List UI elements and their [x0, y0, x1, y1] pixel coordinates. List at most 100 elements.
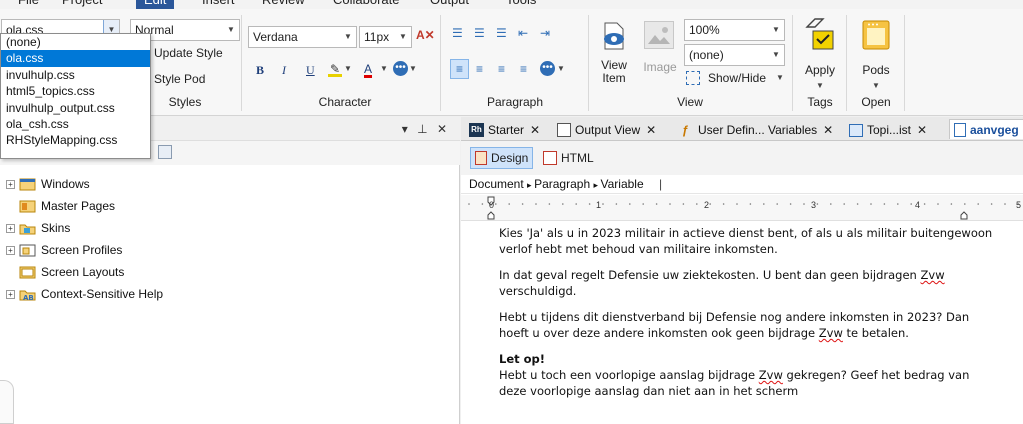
increase-indent-icon[interactable]: ⇥ — [540, 26, 550, 40]
image-button[interactable]: Image — [640, 61, 680, 74]
close-icon[interactable]: ✕ — [646, 123, 656, 137]
more-options-icon[interactable]: ••• — [540, 61, 555, 76]
paragraph-heading[interactable]: Let op! — [499, 351, 999, 367]
chevron-down-icon[interactable]: ▼ — [340, 27, 356, 47]
align-center-icon[interactable]: ≡ — [476, 62, 483, 76]
tab-topic-list[interactable]: Topi...ist ✕ — [849, 120, 927, 140]
font-combo[interactable]: Verdana ▼ — [248, 26, 357, 48]
expand-icon[interactable]: + — [6, 223, 15, 233]
tab-user-defined-variables[interactable]: ƒ User Defin... Variables ✕ — [682, 120, 833, 140]
menu-file[interactable]: File — [18, 0, 39, 8]
tree-item-label: Screen Profiles — [41, 243, 123, 257]
menu-tools[interactable]: Tools — [506, 0, 536, 8]
chevron-down-icon[interactable]: ▼ — [223, 20, 239, 40]
html-view-button[interactable]: HTML — [539, 147, 598, 169]
numbered-list-icon[interactable]: ☰ — [474, 26, 485, 40]
chevron-down-icon[interactable]: ▼ — [816, 81, 824, 90]
toolbar-icon[interactable] — [158, 145, 172, 159]
design-view-button[interactable]: Design — [470, 147, 534, 169]
dropdown-option[interactable]: RHStyleMapping.css — [1, 132, 150, 148]
font-size-combo[interactable]: 11px ▼ — [359, 26, 412, 48]
font-color-icon[interactable]: A — [364, 62, 372, 76]
zoom-combo[interactable]: 100% ▼ — [684, 19, 785, 41]
tree-item-skins[interactable]: + Skins — [6, 218, 70, 238]
stylesheet-dropdown-list[interactable]: (none) ola.css invulhulp.css html5_topic… — [0, 33, 151, 159]
chevron-down-icon[interactable]: ▼ — [380, 64, 388, 73]
justify-icon[interactable]: ≡ — [520, 62, 527, 76]
decrease-indent-icon[interactable]: ⇤ — [518, 26, 528, 40]
menu-review[interactable]: Review — [262, 0, 305, 8]
pods-button[interactable]: Pods — [856, 64, 896, 77]
multilevel-list-icon[interactable]: ☰ — [496, 26, 507, 40]
close-icon[interactable]: ✕ — [530, 123, 540, 137]
paragraph[interactable]: Kies 'Ja' als u in 2023 militair in acti… — [499, 225, 999, 257]
paragraph[interactable]: Hebt u toch een voorlopige aanslag bijdr… — [499, 367, 999, 399]
dropdown-option[interactable]: (none) — [1, 34, 150, 50]
pods-icon[interactable] — [860, 18, 892, 52]
update-style-button[interactable]: Update Style — [154, 46, 223, 60]
dropdown-option[interactable]: invulhulp_output.css — [1, 100, 150, 116]
tree-item-master-pages[interactable]: Master Pages — [6, 196, 115, 216]
expand-icon[interactable]: + — [6, 289, 15, 299]
show-hide-button[interactable]: Show/Hide — [708, 71, 766, 85]
tab-starter[interactable]: Rh Starter ✕ — [469, 120, 540, 140]
styles-group-label: Styles — [168, 95, 202, 109]
image-icon[interactable] — [644, 21, 674, 49]
menu-project[interactable]: Project — [62, 0, 102, 8]
ruler-tick — [629, 203, 631, 205]
ruler-tick — [588, 203, 591, 205]
view-item-icon[interactable] — [599, 21, 629, 51]
clear-format-icon[interactable]: A✕ — [416, 28, 435, 42]
tree-item-context-sensitive-help[interactable]: + AB Context-Sensitive Help — [6, 284, 163, 304]
dropdown-option-selected[interactable]: ola.css — [1, 50, 150, 67]
tree-item-screen-layouts[interactable]: Screen Layouts — [6, 262, 124, 282]
expand-icon[interactable]: + — [6, 179, 15, 189]
breadcrumb-item[interactable]: Paragraph — [534, 177, 590, 191]
menu-collaborate[interactable]: Collaborate — [333, 0, 400, 8]
side-handle[interactable] — [0, 380, 14, 424]
apply-tag-icon[interactable] — [803, 17, 837, 53]
underline-button[interactable]: U — [306, 63, 315, 78]
close-icon[interactable]: ✕ — [917, 123, 927, 137]
document-content[interactable]: Kies 'Ja' als u in 2023 militair in acti… — [499, 225, 999, 409]
bullet-list-icon[interactable]: ☰ — [452, 26, 463, 40]
show-hide-icon[interactable] — [686, 71, 700, 85]
ruler-tick — [964, 203, 966, 205]
italic-button[interactable]: I — [282, 63, 286, 78]
tab-aanvgeg[interactable]: aanvgeg — [949, 119, 1023, 139]
chevron-down-icon[interactable]: ▼ — [395, 27, 411, 47]
align-left-icon[interactable]: ≡ — [450, 59, 469, 79]
chevron-down-icon[interactable]: ▼ — [557, 64, 565, 73]
bold-button[interactable]: B — [256, 63, 264, 78]
chevron-down-icon[interactable]: ▼ — [344, 64, 352, 73]
chevron-down-icon[interactable]: ▼ — [776, 73, 784, 82]
dropdown-option[interactable]: invulhulp.css — [1, 67, 150, 83]
dropdown-option[interactable]: html5_topics.css — [1, 83, 150, 99]
breadcrumb-item[interactable]: Document — [469, 177, 524, 191]
dropdown-option[interactable]: ola_csh.css — [1, 116, 150, 132]
chevron-down-icon[interactable]: ▼ — [768, 20, 784, 40]
menu-insert[interactable]: Insert — [202, 0, 235, 8]
chevron-down-icon[interactable]: ▼ — [409, 64, 417, 73]
paragraph[interactable]: Hebt u tijdens dit dienstverband bij Def… — [499, 309, 999, 341]
menu-output[interactable]: Output — [430, 0, 469, 8]
tree-item-windows[interactable]: + Windows — [6, 174, 90, 194]
close-icon[interactable]: ✕ — [823, 123, 833, 137]
style-pod-button[interactable]: Style Pod — [154, 72, 205, 86]
expand-icon[interactable]: + — [6, 245, 15, 255]
breadcrumb-item[interactable]: Variable — [601, 177, 644, 191]
align-right-icon[interactable]: ≡ — [498, 62, 505, 76]
apply-button[interactable]: Apply — [800, 64, 840, 77]
view-item-button[interactable]: View Item — [597, 59, 631, 85]
tab-output-view[interactable]: Output View ✕ — [557, 120, 656, 140]
paragraph[interactable]: In dat geval regelt Defensie uw ziekteko… — [499, 267, 999, 299]
chevron-down-icon[interactable]: ▼ — [872, 81, 880, 90]
tree-item-screen-profiles[interactable]: + Screen Profiles — [6, 240, 122, 260]
more-options-icon[interactable]: ••• — [393, 61, 408, 76]
pane-controls[interactable]: ▾ ⊥ ✕ — [402, 122, 450, 136]
view-style-combo[interactable]: (none) ▼ — [684, 44, 785, 66]
chevron-down-icon[interactable]: ▼ — [768, 45, 784, 65]
highlight-icon[interactable]: ✎ — [328, 62, 342, 77]
ruler[interactable]: 0 1 2 3 4 5 — [461, 195, 1023, 221]
